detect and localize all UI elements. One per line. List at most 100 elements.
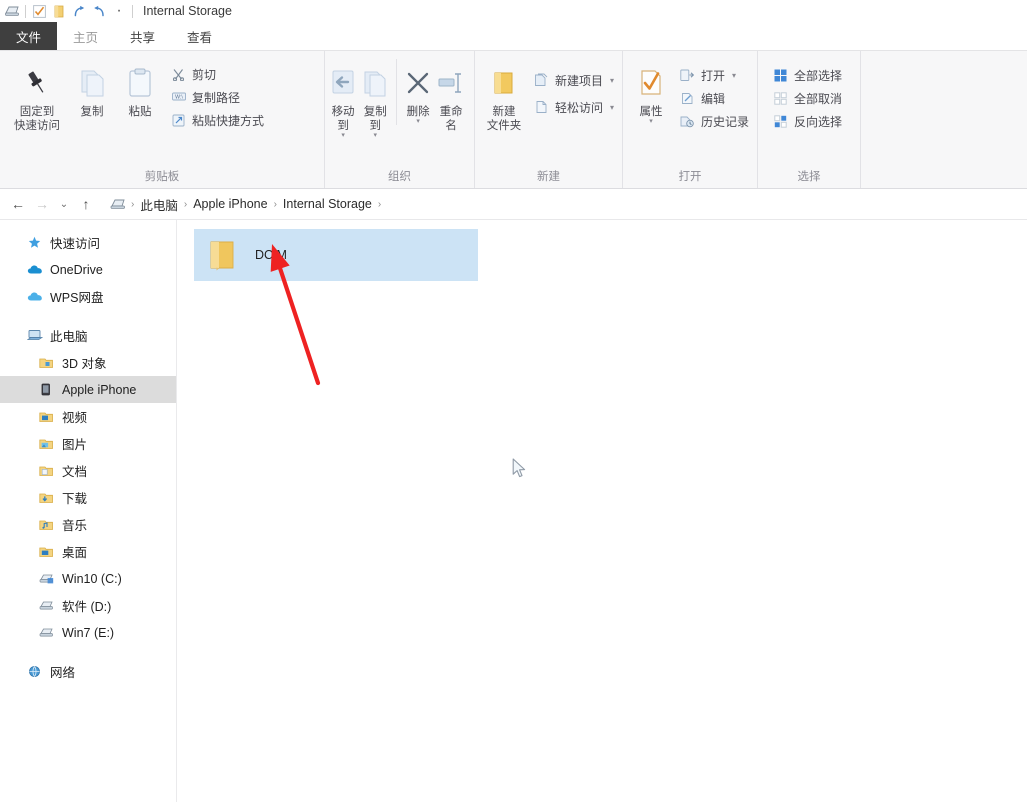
ribbon-group-clipboard: 固定到 快速访问 复制 粘贴 剪切 W:\ 复制路径 粘贴快捷方式 剪贴板 bbox=[0, 51, 325, 188]
drive-icon bbox=[38, 599, 55, 612]
breadcrumb-separator[interactable]: › bbox=[376, 199, 383, 210]
sidebar-item-pictures[interactable]: 图片 bbox=[0, 430, 176, 457]
copy-path-button[interactable]: W:\ 复制路径 bbox=[170, 88, 264, 106]
sidebar-label: 下载 bbox=[62, 492, 88, 506]
new-folder-label-line2: 文件夹 bbox=[486, 120, 522, 132]
qat-separator-2 bbox=[132, 4, 133, 18]
breadcrumb-root-icon[interactable] bbox=[107, 198, 129, 210]
qat-separator-1 bbox=[25, 4, 26, 18]
breadcrumb-separator[interactable]: › bbox=[182, 199, 189, 210]
delete-icon bbox=[405, 63, 431, 103]
history-button[interactable]: 历史记录 bbox=[679, 112, 749, 130]
back-button[interactable]: ← bbox=[6, 192, 30, 216]
forward-button[interactable]: → bbox=[30, 192, 54, 216]
up-button[interactable]: ↑ bbox=[74, 192, 98, 216]
customize-dropdown-icon[interactable]: · bbox=[109, 2, 129, 20]
select-small-buttons: 全部选择 全部取消 反向选择 bbox=[764, 57, 844, 130]
copy-to-button[interactable]: 复制到 ▾ bbox=[359, 57, 391, 139]
list-item-label: DCIM bbox=[255, 248, 287, 262]
select-none-button[interactable]: 全部取消 bbox=[772, 89, 842, 107]
redo-icon[interactable] bbox=[69, 2, 89, 20]
sidebar-item-3d-objects[interactable]: 3D 对象 bbox=[0, 349, 176, 376]
pin-icon bbox=[23, 63, 51, 103]
breadcrumb-item-apple-iphone[interactable]: Apple iPhone bbox=[189, 197, 271, 211]
copy-label: 复制 bbox=[80, 106, 104, 118]
copy-to-caret-icon[interactable]: ▾ bbox=[373, 132, 377, 139]
tab-share[interactable]: 共享 bbox=[114, 22, 171, 50]
sidebar-item-wps-cloud[interactable]: WPS网盘 bbox=[0, 283, 176, 310]
sidebar-item-documents[interactable]: 文档 bbox=[0, 457, 176, 484]
sidebar-item-network[interactable]: 网络 bbox=[0, 658, 176, 685]
navigation-pane[interactable]: 快速访问 OneDrive WPS网盘 此电脑 3D 对象 Apple iPho… bbox=[0, 220, 177, 802]
system-drive-icon bbox=[38, 572, 55, 585]
properties-button[interactable]: 属性 ▾ bbox=[629, 57, 673, 125]
new-small-buttons: 新建项目 ▾ 轻松访问 ▾ bbox=[527, 57, 616, 116]
breadcrumb-separator[interactable]: › bbox=[129, 199, 136, 210]
list-item-dcim[interactable]: DCIM bbox=[194, 229, 478, 281]
copy-button[interactable]: 复制 bbox=[68, 57, 116, 119]
undo-icon[interactable] bbox=[89, 2, 109, 20]
move-to-icon bbox=[329, 63, 357, 103]
select-all-button[interactable]: 全部选择 bbox=[772, 66, 842, 84]
move-to-caret-icon[interactable]: ▾ bbox=[341, 132, 345, 139]
edit-button[interactable]: 编辑 bbox=[679, 89, 749, 107]
invert-selection-icon bbox=[772, 114, 789, 128]
delete-caret-icon[interactable]: ▾ bbox=[416, 118, 420, 125]
new-item-button[interactable]: 新建项目 ▾ bbox=[533, 71, 614, 89]
cut-label: 剪切 bbox=[192, 67, 217, 82]
recent-locations-button[interactable]: ⌄ bbox=[54, 192, 74, 216]
invert-selection-button[interactable]: 反向选择 bbox=[772, 112, 842, 130]
tab-view[interactable]: 查看 bbox=[171, 22, 228, 50]
tab-file[interactable]: 文件 bbox=[0, 22, 58, 50]
open-caret-icon[interactable]: ▾ bbox=[732, 71, 736, 80]
rename-button[interactable]: 重命名 bbox=[434, 57, 468, 133]
properties-caret-icon[interactable]: ▾ bbox=[649, 118, 653, 125]
sidebar-item-win7-e[interactable]: Win7 (E:) bbox=[0, 619, 176, 646]
sidebar-item-quick-access[interactable]: 快速访问 bbox=[0, 229, 176, 256]
computer-icon bbox=[26, 329, 43, 342]
cut-button[interactable]: 剪切 bbox=[170, 65, 264, 83]
folder-icon bbox=[203, 238, 239, 272]
sidebar-item-apple-iphone[interactable]: Apple iPhone bbox=[0, 376, 176, 403]
select-none-icon bbox=[772, 91, 789, 105]
svg-text:W:\: W:\ bbox=[175, 95, 183, 101]
sidebar-item-onedrive[interactable]: OneDrive bbox=[0, 256, 176, 283]
copy-to-label: 复制到 bbox=[363, 106, 387, 132]
sidebar-label: Win10 (C:) bbox=[62, 571, 122, 586]
breadcrumb-item-this-pc[interactable]: 此电脑 bbox=[136, 195, 182, 214]
breadcrumb-item-internal-storage[interactable]: Internal Storage bbox=[279, 197, 376, 211]
sidebar-item-desktop[interactable]: 桌面 bbox=[0, 538, 176, 565]
new-item-caret-icon[interactable]: ▾ bbox=[610, 76, 614, 85]
sidebar-item-software-d[interactable]: 软件 (D:) bbox=[0, 592, 176, 619]
sidebar-item-this-pc[interactable]: 此电脑 bbox=[0, 322, 176, 349]
move-to-button[interactable]: 移动到 ▾ bbox=[327, 57, 359, 139]
cloud-icon bbox=[26, 264, 43, 275]
open-button[interactable]: 打开 ▾ bbox=[679, 66, 749, 84]
file-list-pane[interactable]: DCIM bbox=[177, 220, 1027, 802]
sidebar-item-videos[interactable]: 视频 bbox=[0, 403, 176, 430]
window-title: Internal Storage bbox=[143, 4, 232, 18]
sidebar-item-win10-c[interactable]: Win10 (C:) bbox=[0, 565, 176, 592]
sidebar-item-downloads[interactable]: 下载 bbox=[0, 484, 176, 511]
explorer-body: 快速访问 OneDrive WPS网盘 此电脑 3D 对象 Apple iPho… bbox=[0, 220, 1027, 802]
paste-button[interactable]: 粘贴 bbox=[116, 57, 164, 119]
paste-shortcut-button[interactable]: 粘贴快捷方式 bbox=[170, 111, 264, 129]
copy-path-label: 复制路径 bbox=[192, 90, 241, 105]
sidebar-label: 此电脑 bbox=[50, 330, 88, 344]
easy-access-caret-icon[interactable]: ▾ bbox=[610, 103, 614, 112]
sidebar-item-music[interactable]: 音乐 bbox=[0, 511, 176, 538]
breadcrumb-separator[interactable]: › bbox=[272, 199, 279, 210]
clipboard-small-buttons: 剪切 W:\ 复制路径 粘贴快捷方式 bbox=[164, 57, 266, 129]
tab-home[interactable]: 主页 bbox=[57, 22, 115, 50]
select-all-label: 全部选择 bbox=[794, 68, 843, 83]
properties-checkbox-icon[interactable] bbox=[29, 2, 49, 20]
pin-to-quick-access-button[interactable]: 固定到 快速访问 bbox=[6, 57, 68, 133]
new-folder-icon[interactable] bbox=[49, 2, 69, 20]
easy-access-button[interactable]: 轻松访问 ▾ bbox=[533, 98, 614, 116]
folder-3d-icon bbox=[38, 356, 55, 369]
ribbon-group-new: 新建 文件夹 新建项目 ▾ 轻松访问 ▾ 新建 bbox=[475, 51, 623, 188]
new-folder-button[interactable]: 新建 文件夹 bbox=[481, 57, 527, 133]
drive-icon[interactable] bbox=[2, 2, 22, 20]
delete-button[interactable]: 删除 ▾ bbox=[402, 57, 434, 125]
